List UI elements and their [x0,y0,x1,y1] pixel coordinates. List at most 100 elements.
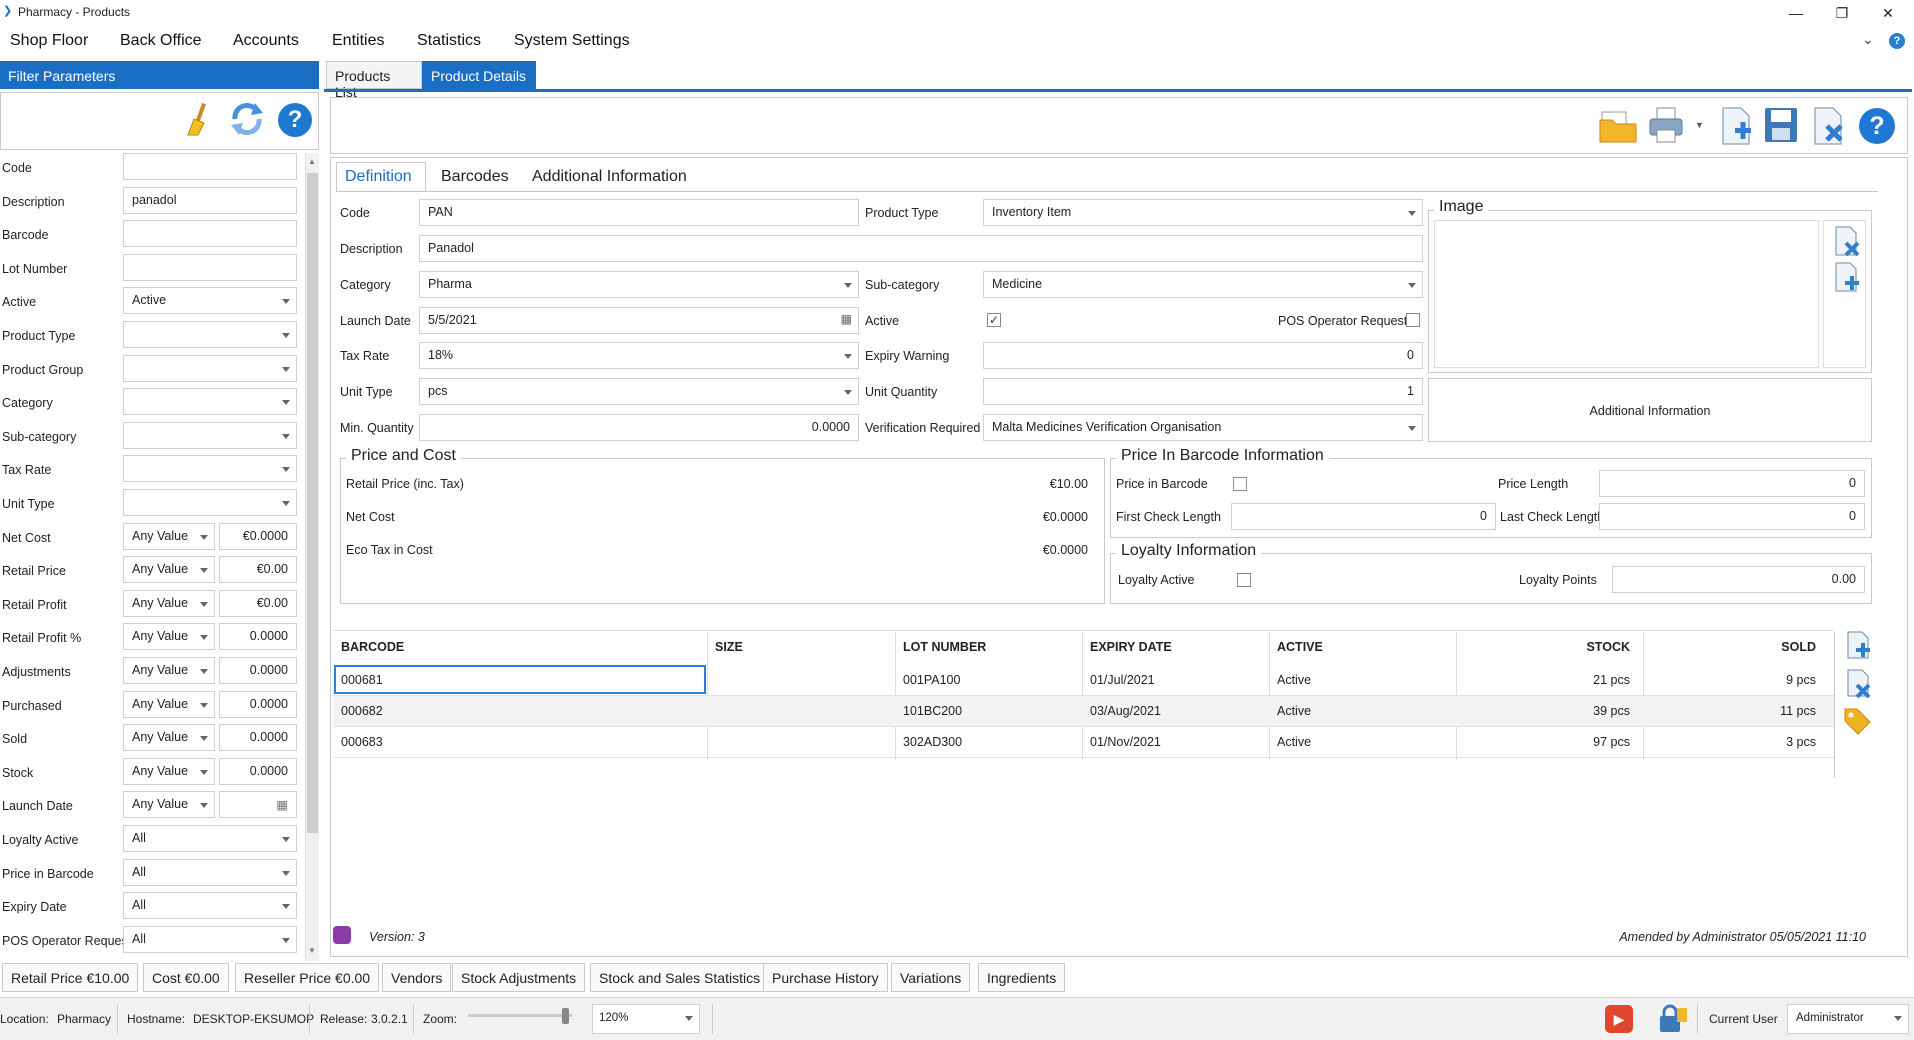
filter-purchased-operator[interactable]: Any Value [123,690,215,718]
grid-cell-sold[interactable]: 11 pcs [1643,704,1816,718]
code-input[interactable]: PAN [419,199,859,226]
price-length-input[interactable]: 0 [1599,470,1865,497]
grid-cell-stock[interactable]: 21 pcs [1456,673,1630,687]
price-in-barcode-checkbox[interactable] [1233,477,1247,491]
filter-help-icon[interactable]: ? [278,103,312,137]
bottom-tab-reseller-price[interactable]: Reseller Price €0.00 [235,963,380,992]
grid-cell-expiry-date[interactable]: 01/Nov/2021 [1090,735,1260,749]
grid-cell-barcode[interactable]: 000681 [341,673,701,687]
filter-barcode-input[interactable] [123,220,297,248]
menu-accounts[interactable]: Accounts [233,32,299,50]
grid-cell-sold[interactable]: 9 pcs [1643,673,1816,687]
filter-net-cost-operator[interactable]: Any Value [123,522,215,550]
remove-barcode-icon[interactable] [1844,668,1872,698]
additional-information-box[interactable]: Additional Information [1428,378,1872,442]
filter-purchased-value[interactable]: 0.0000 [219,690,297,718]
filter-net-cost-value[interactable]: €0.0000 [219,522,297,550]
grid-cell-active[interactable]: Active [1277,704,1447,718]
user-lock-icon[interactable] [1657,1004,1689,1034]
grid-cell-lot-number[interactable]: 101BC200 [903,704,1073,718]
filter-stock-operator[interactable]: Any Value [123,757,215,785]
tab-additional-information[interactable]: Additional Information [532,168,687,186]
grid-cell-stock[interactable]: 97 pcs [1456,735,1630,749]
tax-rate-select[interactable]: 18% [419,342,859,369]
col-size[interactable]: SIZE [715,640,743,654]
new-document-icon[interactable] [1717,106,1755,146]
filter-description-input[interactable]: panadol [123,186,297,214]
filter-price-in-barcode-select[interactable]: All [123,858,297,886]
bottom-tab-retail-price[interactable]: Retail Price €10.00 [2,963,139,992]
table-row[interactable]: 000682 101BC200 03/Aug/2021 Active 39 pcs 11 … [333,696,1834,727]
close-button[interactable]: ✕ [1868,2,1908,24]
remove-image-icon[interactable] [1832,225,1860,257]
tab-definition[interactable]: Definition [345,168,412,186]
filter-category-select[interactable] [123,388,297,416]
calendar-icon[interactable]: ▦ [841,312,852,326]
add-image-icon[interactable] [1832,261,1860,293]
filter-retail-price-operator[interactable]: Any Value [123,556,215,584]
table-row[interactable]: 000681 001PA100 01/Jul/2021 Active 21 pcs 9 p… [333,665,1834,696]
first-check-length-input[interactable]: 0 [1231,503,1496,530]
tab-barcodes[interactable]: Barcodes [441,168,509,186]
launch-date-input[interactable]: 5/5/2021 ▦ [419,307,859,334]
grid-cell-barcode[interactable]: 000683 [341,735,701,749]
calendar-icon[interactable]: ▦ [276,798,288,812]
zoom-slider[interactable] [468,1008,572,1032]
col-expiry-date[interactable]: EXPIRY DATE [1090,640,1172,654]
col-stock[interactable]: STOCK [1456,640,1630,654]
active-checkbox[interactable]: ✓ [987,313,1001,327]
expiry-warning-input[interactable]: 0 [983,342,1423,369]
filter-tax-rate-select[interactable] [123,455,297,483]
grid-cell-stock[interactable]: 39 pcs [1456,704,1630,718]
restore-button[interactable]: ❐ [1822,2,1862,24]
table-row[interactable]: 000683 302AD300 01/Nov/2021 Active 97 pcs 3 p… [333,727,1834,758]
help-icon[interactable]: ? [1889,33,1905,49]
filter-retail-profit-value[interactable]: €0.00 [219,589,297,617]
last-check-length-input[interactable]: 0 [1599,503,1865,530]
menu-statistics[interactable]: Statistics [417,32,481,50]
grid-cell-barcode[interactable]: 000682 [341,704,701,718]
filter-scrollbar[interactable]: ▲ ▼ [305,153,319,961]
min-quantity-input[interactable]: 0.0000 [419,414,859,441]
bottom-tab-variations[interactable]: Variations [891,963,971,992]
bottom-tab-ingredients[interactable]: Ingredients [978,963,1066,992]
unit-type-select[interactable]: pcs [419,378,859,405]
col-sold[interactable]: SOLD [1643,640,1816,654]
grid-cell-lot-number[interactable]: 302AD300 [903,735,1073,749]
price-tag-icon[interactable] [1842,706,1872,736]
filter-retail-price-value[interactable]: €0.00 [219,556,297,584]
filter-launch-date-value[interactable]: ▦ [219,791,297,819]
details-help-icon[interactable]: ? [1859,108,1895,144]
menu-system-settings[interactable]: System Settings [514,32,630,50]
loyalty-points-input[interactable]: 0.00 [1612,566,1865,593]
image-preview[interactable] [1434,220,1819,368]
filter-adjustments-value[interactable]: 0.0000 [219,657,297,684]
category-select[interactable]: Pharma [419,271,859,298]
filter-launch-date-operator[interactable]: Any Value [123,791,215,819]
grid-cell-active[interactable]: Active [1277,735,1447,749]
filter-loyalty-active-select[interactable]: All [123,825,297,852]
bottom-tab-cost[interactable]: Cost €0.00 [143,963,229,992]
grid-cell-lot-number[interactable]: 001PA100 [903,673,1073,687]
description-input[interactable]: Panadol [419,235,1423,262]
menu-entities[interactable]: Entities [332,32,384,50]
add-barcode-icon[interactable] [1844,630,1872,660]
filter-pos-operator-request-select[interactable]: All [123,925,297,953]
filter-code-input[interactable] [123,153,297,180]
filter-adjustments-operator[interactable]: Any Value [123,657,215,684]
verification-required-select[interactable]: Malta Medicines Verification Organisatio… [983,414,1423,441]
bottom-tab-vendors[interactable]: Vendors [382,963,452,992]
unit-quantity-input[interactable]: 1 [983,378,1423,405]
zoom-slider-thumb[interactable] [562,1008,569,1024]
tab-product-details[interactable]: Product Details [422,61,536,89]
pos-operator-request-checkbox[interactable] [1406,313,1420,327]
grid-cell-expiry-date[interactable]: 01/Jul/2021 [1090,673,1260,687]
print-dropdown-icon[interactable]: ▼ [1695,120,1704,130]
filter-product-group-select[interactable] [123,354,297,382]
product-type-select[interactable]: Inventory Item [983,199,1423,226]
filter-sold-value[interactable]: 0.0000 [219,724,297,752]
delete-document-icon[interactable] [1809,106,1847,146]
grid-cell-active[interactable]: Active [1277,673,1447,687]
col-barcode[interactable]: BARCODE [341,640,404,654]
filter-sold-operator[interactable]: Any Value [123,724,215,752]
